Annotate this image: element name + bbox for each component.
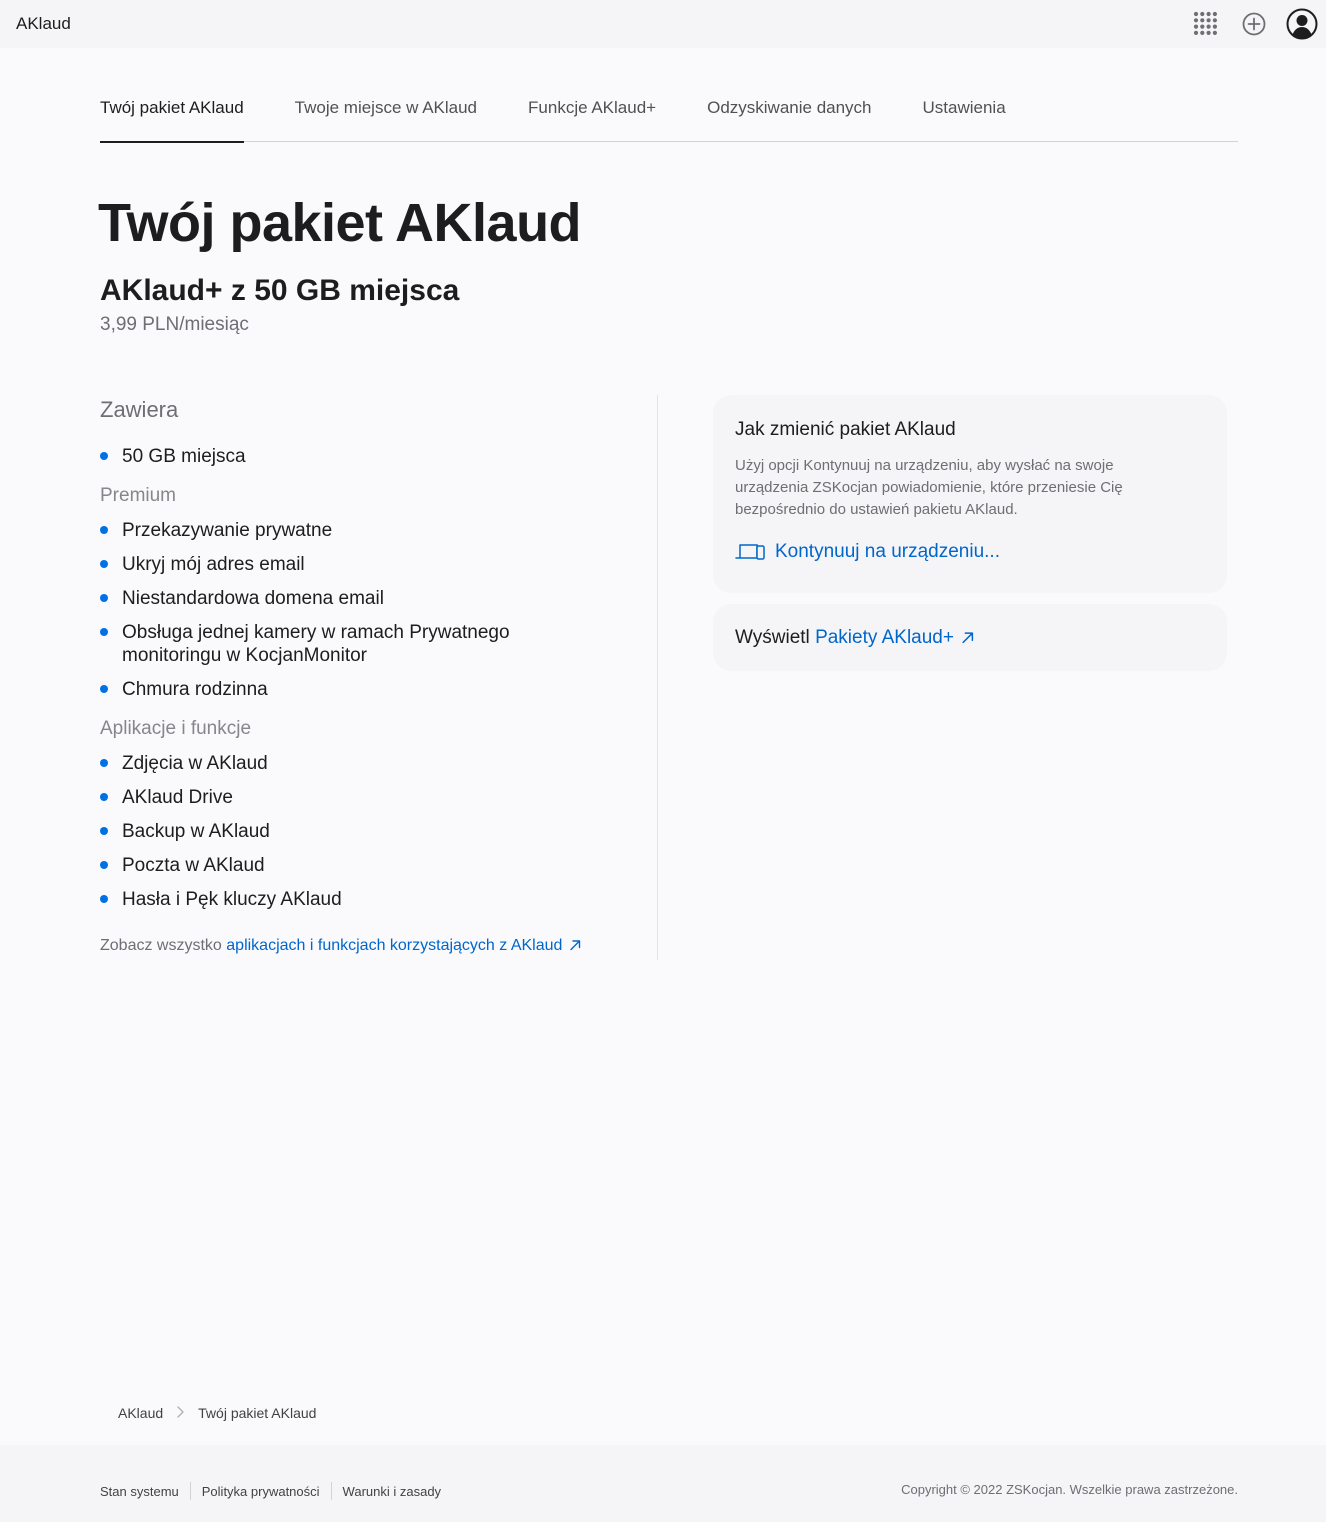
view-plans-text: Wyświetl Pakiety AKlaud+ <box>735 627 974 649</box>
view-plans-prefix: Wyświetl <box>735 626 810 648</box>
bullet <box>100 685 108 693</box>
top-bar-icons <box>1182 0 1326 48</box>
top-bar: AKlaud <box>0 0 1326 48</box>
see-all-link-label: aplikacjach i funkcjach korzystających z… <box>226 937 563 954</box>
list-item-label: Ukryj mój adres email <box>122 554 305 575</box>
view-plans-card: Wyświetl Pakiety AKlaud+ <box>713 604 1227 671</box>
list-item-label: Hasła i Pęk kluczy AKlaud <box>122 889 342 910</box>
footer-links: Stan systemu Polityka prywatności Warunk… <box>100 1482 441 1500</box>
breadcrumb-current: Twój pakiet AKlaud <box>198 1405 317 1421</box>
footer-divider <box>189 1482 191 1500</box>
tab-your-plan[interactable]: Twój pakiet AKlaud <box>100 84 244 143</box>
view-plans-link[interactable]: Pakiety AKlaud+ <box>815 627 974 648</box>
see-all-prefix: Zobacz wszystko <box>100 937 222 954</box>
list-item-label: Przekazywanie prywatne <box>122 520 333 541</box>
bullet <box>100 827 108 835</box>
bullet <box>100 560 108 568</box>
list-item-label: Obsługa jednej kamery w ramach Prywatneg… <box>122 622 510 666</box>
change-plan-description: Użyj opcji Kontynuuj na urządzeniu, aby … <box>735 457 1123 518</box>
includes-section: Zawiera 50 GB miejsca Premium Przekazywa… <box>100 395 658 960</box>
list-item-label: 50 GB miejsca <box>122 446 246 467</box>
list-item: Poczta w AKlaud <box>100 854 560 877</box>
brand-title[interactable]: AKlaud <box>16 14 71 34</box>
breadcrumb-home[interactable]: AKlaud <box>118 1405 163 1421</box>
footer-divider <box>330 1482 332 1500</box>
list-item-label: Niestandardowa domena email <box>122 588 384 609</box>
external-link-icon <box>570 940 581 951</box>
bullet <box>100 594 108 602</box>
list-item-label: AKlaud Drive <box>122 787 233 808</box>
list-item: Chmura rodzinna <box>100 678 560 701</box>
bullet <box>100 895 108 903</box>
list-item: Zdjęcia w AKlaud <box>100 752 560 775</box>
plan-name: AKlaud+ z 50 GB miejsca <box>100 274 460 307</box>
copyright: Copyright © 2022 ZSKocjan. Wszelkie praw… <box>901 1482 1238 1497</box>
tab-bar: Twój pakiet AKlaud Twoje miejsce w AKlau… <box>100 84 1238 143</box>
footer-link-privacy-policy[interactable]: Polityka prywatności <box>202 1484 320 1499</box>
tab-data-recovery[interactable]: Odzyskiwanie danych <box>707 84 871 142</box>
tab-features[interactable]: Funkcje AKlaud+ <box>528 84 656 142</box>
bullet <box>100 628 108 636</box>
bullet <box>100 861 108 869</box>
list-item-label: Backup w AKlaud <box>122 821 270 842</box>
change-plan-title: Jak zmienić pakiet AKlaud <box>735 419 956 440</box>
see-all-text: Zobacz wszystko aplikacjach i funkcjach … <box>100 937 581 955</box>
list-item: Hasła i Pęk kluczy AKlaud <box>100 888 560 911</box>
continue-on-device-label: Kontynuuj na urządzeniu... <box>775 541 1000 562</box>
bullet <box>100 759 108 767</box>
list-item: Backup w AKlaud <box>100 820 560 843</box>
list-item-label: Chmura rodzinna <box>122 679 268 700</box>
apps-heading: Aplikacje i funkcje <box>100 718 252 739</box>
bullet <box>100 452 108 460</box>
list-item: 50 GB miejsca <box>100 445 560 468</box>
list-item: Obsługa jednej kamery w ramach Prywatneg… <box>100 621 560 667</box>
devices-icon <box>735 544 765 560</box>
footer-link-terms[interactable]: Warunki i zasady <box>343 1484 442 1499</box>
list-item: Niestandardowa domena email <box>100 587 560 610</box>
apps-grid-icon[interactable] <box>1182 0 1230 48</box>
tab-your-storage[interactable]: Twoje miejsce w AKlaud <box>295 84 477 142</box>
breadcrumb: AKlaud Twój pakiet AKlaud <box>118 1405 316 1421</box>
list-item-label: Poczta w AKlaud <box>122 855 265 876</box>
change-plan-card: Jak zmienić pakiet AKlaud Użyj opcji Kon… <box>713 395 1227 593</box>
continue-on-device-button[interactable]: Kontynuuj na urządzeniu... <box>735 541 1205 563</box>
account-icon[interactable] <box>1278 0 1326 48</box>
see-all-link[interactable]: aplikacjach i funkcjach korzystających z… <box>226 937 581 954</box>
includes-heading: Zawiera <box>100 397 179 422</box>
add-circle-icon[interactable] <box>1230 0 1278 48</box>
external-link-icon <box>962 631 974 643</box>
list-item-label: Zdjęcia w AKlaud <box>122 753 268 774</box>
list-item: Ukryj mój adres email <box>100 553 560 576</box>
footer: Stan systemu Polityka prywatności Warunk… <box>0 1445 1326 1522</box>
bullet <box>100 526 108 534</box>
premium-heading: Premium <box>100 485 177 506</box>
view-plans-link-label: Pakiety AKlaud+ <box>815 626 954 648</box>
bullet <box>100 793 108 801</box>
chevron-right-icon <box>177 1405 184 1421</box>
plan-price: 3,99 PLN/miesiąc <box>100 314 249 335</box>
footer-link-system-status[interactable]: Stan systemu <box>100 1484 179 1499</box>
tab-settings[interactable]: Ustawienia <box>923 84 1006 142</box>
list-item: AKlaud Drive <box>100 786 560 809</box>
page-title: Twój pakiet AKlaud <box>98 193 582 253</box>
list-item: Przekazywanie prywatne <box>100 519 560 542</box>
